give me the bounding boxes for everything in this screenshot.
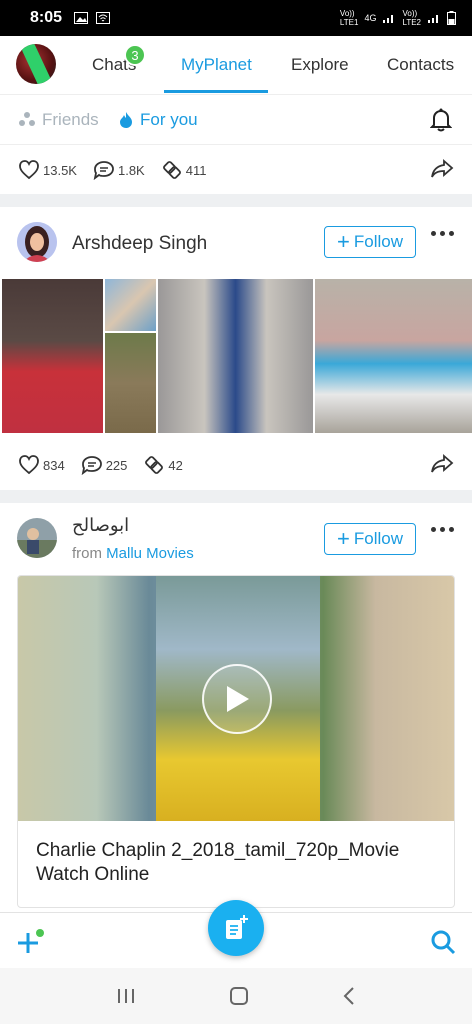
reshare-count: 42 (168, 457, 183, 473)
network-label-1: Vo)) LTE1 (339, 9, 359, 27)
follow-button[interactable]: + Follow (324, 226, 416, 258)
reshare-icon (162, 161, 181, 179)
like-button[interactable]: 13.5K (18, 160, 77, 180)
avatar-photo (17, 518, 57, 558)
source-link[interactable]: Mallu Movies (106, 545, 194, 562)
follow-label: Follow (353, 529, 403, 548)
back-icon[interactable] (342, 986, 356, 1006)
status-bar: 8:05 Vo)) LTE1 4G Vo)) LTE2 (0, 0, 472, 36)
heart-icon (19, 160, 39, 180)
reshare-button[interactable]: 411 (161, 160, 207, 180)
wifi-icon (96, 12, 111, 24)
tab-explore[interactable]: Explore (291, 36, 349, 94)
post-photo-5[interactable] (315, 279, 472, 433)
image-icon (74, 12, 89, 24)
my-avatar[interactable] (16, 44, 56, 84)
subtab-friends-label: Friends (42, 109, 99, 129)
active-tab-indicator (164, 90, 268, 93)
share-icon[interactable] (430, 159, 454, 179)
chats-unread-badge: 3 (124, 44, 146, 66)
play-triangle-icon (227, 686, 249, 712)
comment-icon (81, 456, 102, 475)
from-prefix: from (72, 545, 102, 562)
network-label-4g: 4G (364, 12, 377, 23)
follow-label: Follow (353, 232, 403, 251)
author-avatar[interactable] (17, 222, 57, 262)
post-header: Arshdeep Singh + Follow (0, 207, 472, 277)
reshare-count: 411 (185, 162, 207, 178)
plus-icon: + (337, 229, 350, 254)
share-icon[interactable] (430, 454, 454, 474)
tab-myplanet[interactable]: MyPlanet (181, 36, 252, 94)
reshare-icon (145, 456, 164, 474)
comment-button[interactable]: 1.8K (93, 160, 145, 180)
signal-icon-2 (428, 15, 438, 23)
post-photo-3[interactable] (105, 333, 156, 433)
post-photo-2[interactable] (105, 279, 156, 331)
post-source: from Mallu Movies (72, 545, 194, 562)
comment-count: 225 (105, 457, 128, 473)
subtab-for-you[interactable]: For you (118, 110, 198, 130)
more-options-icon[interactable] (431, 527, 454, 532)
post-actions: 834 225 42 (0, 440, 472, 490)
comment-count: 1.8K (117, 162, 145, 178)
video-link-card[interactable]: Charlie Chaplin 2_2018_tamil_720p_Movie … (17, 575, 455, 908)
author-name[interactable]: Arshdeep Singh (72, 233, 207, 255)
video-caption[interactable]: Charlie Chaplin 2_2018_tamil_720p_Movie … (18, 821, 454, 905)
subtab-friends[interactable]: Friends (18, 110, 99, 130)
add-icon[interactable] (16, 929, 44, 955)
battery-icon (447, 11, 456, 25)
compose-icon (226, 915, 248, 939)
reshare-button[interactable]: 42 (143, 455, 183, 475)
post-card-arshdeep: Arshdeep Singh + Follow 834 225 42 (0, 207, 472, 490)
author-name[interactable]: ابوصالح (72, 515, 129, 536)
follow-button[interactable]: + Follow (324, 523, 416, 555)
post-card-abusaleh: ابوصالح from Mallu Movies + Follow Charl… (0, 503, 472, 912)
bell-icon[interactable] (430, 108, 452, 132)
author-avatar[interactable] (17, 518, 57, 558)
comment-button[interactable]: 225 (81, 455, 128, 475)
signal-icon (383, 15, 394, 23)
post-actions: 13.5K 1.8K 411 (0, 145, 472, 195)
tab-contacts-label: Contacts (387, 55, 455, 74)
status-time: 8:05 (30, 9, 63, 26)
top-nav: Chats 3 MyPlanet Explore Contacts (0, 36, 472, 94)
comment-icon (93, 161, 114, 180)
tab-explore-label: Explore (291, 55, 349, 74)
status-network: Vo)) LTE1 4G Vo)) LTE2 (340, 9, 456, 27)
compose-post-button[interactable] (208, 900, 264, 956)
like-count: 13.5K (43, 162, 77, 178)
video-thumbnail[interactable] (18, 576, 454, 821)
flame-icon (120, 111, 132, 128)
tab-myplanet-label: MyPlanet (181, 55, 252, 74)
like-button[interactable]: 834 (18, 455, 65, 475)
heart-icon (19, 455, 39, 475)
like-count: 834 (43, 457, 65, 473)
recent-apps-icon[interactable] (116, 987, 136, 1005)
post-card-previous: 13.5K 1.8K 411 (0, 144, 472, 194)
friends-icon (19, 111, 35, 126)
search-icon[interactable] (430, 929, 456, 955)
home-icon[interactable] (229, 986, 249, 1006)
avatar-illustration (17, 222, 57, 262)
plus-icon: + (337, 526, 350, 551)
more-options-icon[interactable] (431, 231, 454, 236)
tab-contacts[interactable]: Contacts (387, 36, 454, 94)
post-photo-1[interactable] (2, 279, 103, 433)
system-nav-bar (0, 968, 472, 1024)
play-icon[interactable] (202, 664, 272, 734)
post-header: ابوصالح from Mallu Movies + Follow (0, 503, 472, 573)
subtab-for-you-label: For you (140, 109, 198, 129)
network-label-2: Vo)) LTE2 (402, 9, 421, 27)
status-icons (74, 12, 111, 24)
sub-nav: Friends For you (0, 94, 472, 144)
post-photo-4[interactable] (158, 279, 313, 433)
